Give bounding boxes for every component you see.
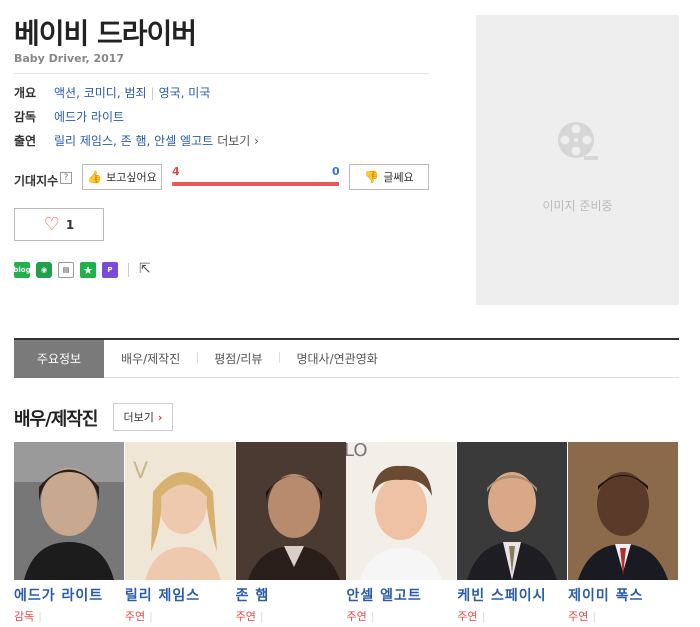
person-photo[interactable] xyxy=(457,442,568,580)
memo-share-icon[interactable]: ▤ xyxy=(58,262,74,278)
person-name[interactable]: 릴리 제임스 xyxy=(125,585,200,605)
section-title: 배우/제작진 xyxy=(14,409,98,430)
info-overview: 개요 액션, 코미디, 범죄 | 영국, 미국 xyxy=(14,84,210,101)
more-label: 더보기 xyxy=(123,411,154,424)
want-count: 4 xyxy=(172,165,180,178)
movie-subtitle: Baby Driver, 2017 xyxy=(14,52,125,65)
person-photo[interactable] xyxy=(14,442,124,580)
person-role: 주연 | xyxy=(236,608,264,624)
person-role: 주연 | xyxy=(125,608,153,624)
expectation-label: 기대지수 xyxy=(14,174,59,188)
tab-main-info[interactable]: 주요정보 xyxy=(14,339,104,378)
cast-card[interactable]: 케빈 스페이시 주연 | xyxy=(457,442,568,627)
role-label: 주연 xyxy=(235,610,256,623)
cast-card[interactable]: LO 안셀 엘고트 주연 | xyxy=(346,442,457,627)
role-label: 주연 xyxy=(568,610,589,623)
cast-card[interactable]: V 릴리 제임스 주연 | xyxy=(124,442,236,627)
tab-quotes-related[interactable]: 명대사/연관영화 xyxy=(279,350,394,367)
cast-more-link[interactable]: 더보기 › xyxy=(217,132,259,149)
post-share-icon[interactable]: P xyxy=(102,262,118,278)
person-name[interactable]: 에드가 라이트 xyxy=(14,585,103,605)
separator: | xyxy=(150,85,155,100)
no-image-text: 이미지 준비중 xyxy=(542,199,613,213)
person-photo[interactable] xyxy=(568,442,679,580)
cast-links[interactable]: 릴리 제임스, 존 햄, 안셀 엘고트 xyxy=(54,132,213,149)
person-role: 주연 | xyxy=(457,608,485,624)
chevron-right-icon: › xyxy=(157,410,163,424)
director-link[interactable]: 에드가 라이트 xyxy=(54,108,124,125)
svg-text:LO: LO xyxy=(346,442,368,461)
genres-link[interactable]: 액션, 코미디, 범죄 xyxy=(54,84,147,101)
cast-more-label: 더보기 xyxy=(217,134,251,148)
tab-cast-crew[interactable]: 배우/제작진 xyxy=(104,350,197,367)
thumbs-down-icon: 👎 xyxy=(364,170,380,184)
role-label: 주연 xyxy=(346,610,367,623)
vote-ratio-bar xyxy=(172,182,339,186)
info-director: 감독 에드가 라이트 xyxy=(14,108,124,125)
cast-card[interactable]: 제이미 폭스 주연 | xyxy=(568,442,679,627)
cast-card[interactable]: 에드가 라이트 감독 | xyxy=(14,442,125,627)
blog-share-icon[interactable]: blog xyxy=(13,262,31,278)
separator: | xyxy=(370,610,375,623)
cast-list: 에드가 라이트 감독 | V 릴리 제임스 주연 | 존 햄 주연 | LO 안… xyxy=(14,442,679,627)
film-reel-icon xyxy=(558,122,598,160)
movie-title: 베이비 드라이버 xyxy=(14,17,197,50)
person-name[interactable]: 케빈 스페이시 xyxy=(457,585,546,605)
help-icon[interactable]: ? xyxy=(60,172,72,184)
separator: | xyxy=(149,610,153,623)
countries-link[interactable]: 영국, 미국 xyxy=(159,84,211,101)
director-label: 감독 xyxy=(14,110,37,124)
person-photo[interactable]: LO xyxy=(346,442,457,580)
cafe-share-icon[interactable]: ◉ xyxy=(36,262,52,278)
like-button[interactable]: ♡ 1 xyxy=(14,208,104,241)
share-divider xyxy=(128,263,129,277)
like-count: 1 xyxy=(65,217,75,232)
person-photo[interactable] xyxy=(235,442,346,580)
person-name[interactable]: 안셀 엘고트 xyxy=(346,585,421,605)
role-label: 주연 xyxy=(124,610,146,623)
person-role: 주연 | xyxy=(568,608,596,624)
separator: | xyxy=(259,610,264,623)
not-sure-button[interactable]: 👎 글쎄요 xyxy=(349,164,429,190)
svg-text:V: V xyxy=(133,459,148,484)
meh-count: 0 xyxy=(332,165,340,178)
share-bar: blog ◉ ▤ ★ P ⇱ xyxy=(13,262,155,278)
divider xyxy=(14,73,430,74)
expectation-index: 기대지수 ? 👍 보고싶어요 4 0 👎 글쎄요 xyxy=(14,164,430,192)
want-to-see-button[interactable]: 👍 보고싶어요 xyxy=(82,164,162,190)
want-label: 보고싶어요 xyxy=(106,171,157,184)
role-label: 주연 xyxy=(457,610,478,623)
person-role: 주연 | xyxy=(346,608,374,624)
chevron-right-icon: › xyxy=(254,134,259,148)
person-role: 감독 | xyxy=(14,608,42,624)
tab-bar: 주요정보 배우/제작진 평점/리뷰 명대사/연관영화 xyxy=(14,339,679,378)
info-cast: 출연 릴리 제임스, 존 햄, 안셀 엘고트 더보기 › xyxy=(14,132,259,149)
overview-label: 개요 xyxy=(14,86,37,100)
cast-more-button[interactable]: 더보기 › xyxy=(113,403,173,431)
role-label: 감독 xyxy=(14,610,35,623)
bookmark-share-icon[interactable]: ★ xyxy=(80,262,96,278)
person-name[interactable]: 존 햄 xyxy=(236,585,270,605)
thumbs-up-icon: 👍 xyxy=(87,170,103,184)
poster-placeholder: 이미지 준비중 xyxy=(476,15,679,305)
tab-ratings-reviews[interactable]: 평점/리뷰 xyxy=(197,350,279,367)
person-name[interactable]: 제이미 폭스 xyxy=(568,585,643,605)
meh-label: 글쎄요 xyxy=(383,171,414,184)
heart-icon: ♡ xyxy=(43,213,60,235)
separator: | xyxy=(38,610,42,623)
external-share-icon[interactable]: ⇱ xyxy=(139,262,155,278)
person-photo[interactable]: V xyxy=(124,442,235,580)
separator: | xyxy=(592,610,597,623)
cast-label: 출연 xyxy=(14,134,37,148)
cast-card[interactable]: 존 햄 주연 | xyxy=(235,442,347,627)
separator: | xyxy=(481,610,486,623)
